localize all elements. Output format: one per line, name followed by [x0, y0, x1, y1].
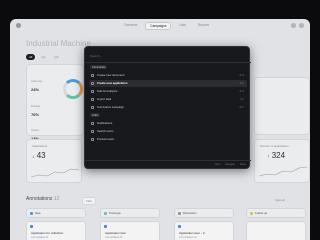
palette-footer: Open Navigate Close: [85, 160, 251, 168]
footer-hint-open: Open: [214, 163, 221, 166]
command-item[interactable]: Create new document ⌘ N: [89, 72, 247, 79]
summary-icon: [91, 105, 94, 109]
command-palette: Search... Commands Create new document ⌘ …: [84, 46, 251, 169]
command-item[interactable]: Submit analytics ⌘ S: [89, 88, 247, 95]
link-item[interactable]: Search users: [89, 128, 247, 135]
news-icon: [91, 137, 94, 141]
section-label-commands: Commands: [90, 65, 108, 69]
grid-icon: [91, 81, 94, 85]
link-item[interactable]: Notifications: [89, 120, 247, 127]
bell-icon: [91, 121, 94, 125]
divider: [85, 62, 251, 63]
document-icon: [91, 73, 94, 77]
footer-hint-navigate: Navigate: [225, 163, 235, 166]
command-item[interactable]: Summarize campaign ⌘ C: [89, 104, 247, 111]
link-label: Notifications: [97, 121, 113, 126]
command-label: Import data: [97, 97, 112, 102]
import-icon: [91, 97, 94, 101]
palette-search-input[interactable]: Search...: [90, 52, 246, 60]
command-label: Create new application: [97, 81, 128, 86]
shortcut: ⌘ N: [239, 73, 244, 77]
command-label: Summarize campaign: [97, 105, 125, 110]
shortcut: ⌘ A: [239, 81, 244, 85]
command-label: Submit analytics: [97, 89, 118, 94]
search-icon: [91, 129, 94, 133]
link-label: Search users: [97, 129, 114, 134]
command-label: Create new document: [97, 73, 125, 78]
link-item[interactable]: Product news: [89, 136, 247, 143]
command-item-selected[interactable]: Create new application ⌘ A: [89, 80, 247, 87]
shortcut: ⌘ C: [239, 105, 244, 109]
footer-hint-close: Close: [239, 163, 246, 166]
section-label-links: Links: [90, 113, 101, 117]
shortcut: ⌘ I: [240, 97, 244, 101]
command-item[interactable]: Import data ⌘ I: [89, 96, 247, 103]
shortcut: ⌘ S: [239, 89, 244, 93]
link-label: Product news: [97, 137, 114, 142]
chart-icon: [91, 89, 94, 93]
app-window: Overview Campaigns Lists Reports Industr…: [10, 19, 310, 240]
